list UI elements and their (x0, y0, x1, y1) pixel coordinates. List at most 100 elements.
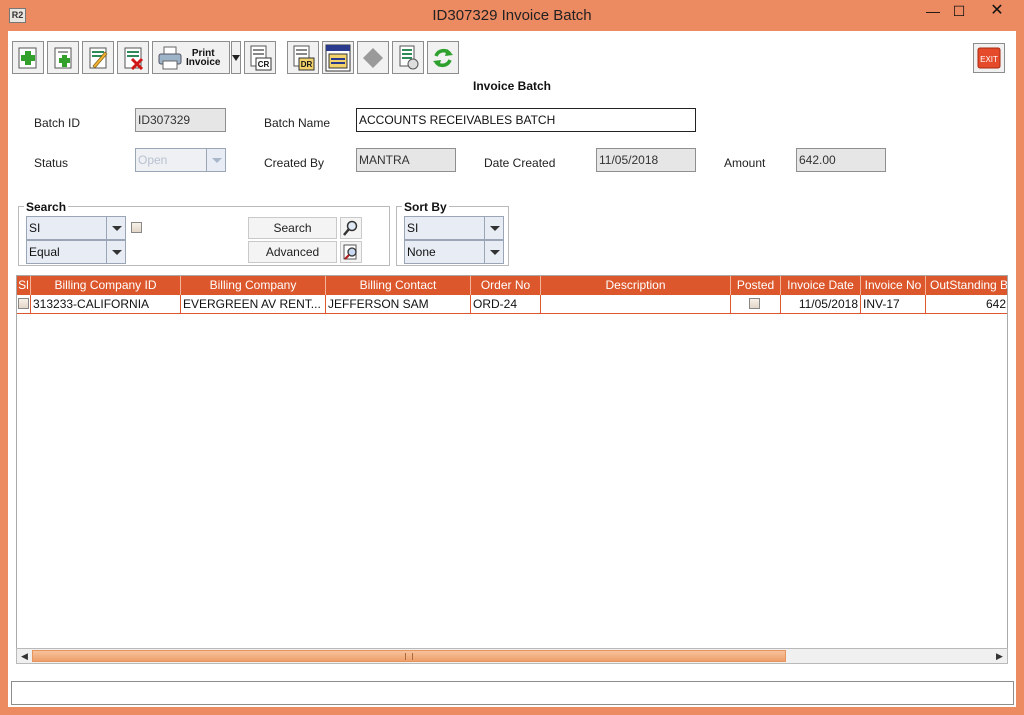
chevron-down-icon (232, 54, 240, 61)
column-header-description[interactable]: Description (541, 276, 731, 295)
print-label-line2: Invoice (186, 56, 221, 68)
delete-icon (124, 47, 144, 70)
close-button[interactable]: ✕ (981, 0, 1013, 24)
title-bar: R2 ID307329 Invoice Batch — ☐ ✕ (0, 0, 1024, 31)
cell-billing-contact: JEFFERSON SAM (326, 295, 471, 313)
print-invoice-icon (158, 46, 182, 69)
search-field-select[interactable]: SI (26, 216, 126, 240)
svg-text:EXIT: EXIT (980, 55, 998, 64)
posted-checkbox[interactable] (749, 298, 760, 309)
column-header-order-no[interactable]: Order No (471, 276, 541, 295)
batch-list-button[interactable] (392, 41, 424, 74)
post-icon (363, 47, 383, 68)
status-label: Status (34, 156, 69, 170)
add-button[interactable] (47, 41, 79, 74)
chevron-down-icon (484, 217, 503, 239)
batch-id-field: ID307329 (135, 108, 226, 132)
table-header: Sl Billing Company ID Billing Company Bi… (17, 276, 1007, 295)
sort-order-select[interactable]: None (404, 240, 504, 264)
print-invoice-button[interactable]: Print Invoice (152, 41, 230, 74)
column-header-billing-company-id[interactable]: Billing Company ID (31, 276, 181, 295)
amount-field: 642.00 (796, 148, 886, 172)
new-button[interactable] (12, 41, 44, 74)
maximize-button[interactable]: ☐ (943, 0, 975, 24)
edit-button[interactable] (82, 41, 114, 74)
print-options-dropdown[interactable] (231, 41, 241, 74)
search-checkbox[interactable] (131, 222, 142, 233)
invoice-table[interactable]: Sl Billing Company ID Billing Company Bi… (16, 275, 1008, 664)
column-header-posted[interactable]: Posted (731, 276, 781, 295)
cell-billing-company-id: 313233-CALIFORNIA (31, 295, 181, 313)
sort-group-title: Sort By (402, 200, 449, 214)
created-by-label: Created By (264, 156, 325, 170)
full-credit-button[interactable] (322, 41, 354, 74)
delete-button[interactable] (117, 41, 149, 74)
column-header-billing-company[interactable]: Billing Company (181, 276, 326, 295)
cell-billing-company: EVERGREEN AV RENT... (181, 295, 326, 313)
search-icon-button[interactable] (340, 217, 362, 239)
created-by-field: MANTRA (356, 148, 456, 172)
print-invoice-label: Print Invoice (186, 48, 221, 68)
sort-order-value: None (407, 245, 436, 259)
full-credit-icon (325, 44, 351, 71)
cell-posted (731, 295, 781, 313)
cell-invoice-no: INV-17 (861, 295, 926, 313)
edit-icon (89, 47, 108, 68)
search-group-title: Search (24, 200, 69, 214)
status-value: Open (138, 153, 168, 167)
horizontal-scrollbar[interactable]: ◀ ▶ (16, 648, 1008, 664)
cell-invoice-date: 11/05/2018 (781, 295, 861, 313)
chevron-down-icon (106, 217, 125, 239)
window-title: ID307329 Invoice Batch (432, 7, 592, 24)
search-field-value: SI (29, 221, 41, 235)
debit-note-icon: DR (293, 45, 315, 70)
column-header-outstanding[interactable]: OutStanding B (926, 276, 1007, 295)
sort-field-select[interactable]: SI (404, 216, 504, 240)
batch-id-label: Batch ID (34, 116, 81, 130)
row-select-checkbox[interactable] (18, 298, 29, 309)
table-row[interactable]: 313233-CALIFORNIA EVERGREEN AV RENT... J… (17, 295, 1007, 314)
refresh-button[interactable] (427, 41, 459, 74)
date-created-label: Date Created (484, 156, 556, 170)
status-bar (11, 681, 1014, 705)
cell-description (541, 295, 731, 313)
batch-list-icon (399, 45, 419, 69)
column-header-invoice-no[interactable]: Invoice No (861, 276, 926, 295)
cell-outstanding: 642 (985, 297, 1006, 311)
batch-name-field[interactable]: ACCOUNTS RECEIVABLES BATCH (356, 108, 696, 132)
search-operator-select[interactable]: Equal (26, 240, 126, 264)
refresh-icon (433, 48, 453, 67)
row-select-cell[interactable] (17, 295, 31, 313)
svg-text:DR: DR (301, 60, 313, 69)
cell-order-no: ORD-24 (471, 295, 541, 313)
debit-note-button[interactable]: DR (287, 41, 319, 74)
search-operator-value: Equal (29, 245, 60, 259)
amount-label: Amount (724, 156, 766, 170)
search-icon (343, 220, 358, 236)
credit-note-icon: CR (250, 45, 272, 70)
scrollbar-grip (405, 653, 413, 660)
column-header-billing-contact[interactable]: Billing Contact (326, 276, 471, 295)
chevron-down-icon (484, 241, 503, 263)
scrollbar-thumb[interactable] (32, 650, 786, 662)
column-header-invoice-date[interactable]: Invoice Date (781, 276, 861, 295)
credit-note-button[interactable]: CR (244, 41, 276, 74)
advanced-search-button[interactable]: Advanced (248, 241, 337, 263)
advanced-search-icon-button[interactable] (340, 241, 362, 263)
column-header-sl[interactable]: Sl (17, 276, 31, 295)
new-icon (18, 47, 37, 68)
search-button[interactable]: Search (248, 217, 337, 239)
status-select[interactable]: Open (135, 148, 226, 172)
date-created-field: 11/05/2018 (596, 148, 696, 172)
exit-button[interactable]: EXIT (973, 43, 1005, 73)
add-icon (54, 47, 72, 68)
chevron-down-icon (106, 241, 125, 263)
svg-text:CR: CR (258, 60, 270, 69)
scroll-right-arrow-icon[interactable]: ▶ (992, 649, 1007, 663)
advanced-search-icon (343, 244, 357, 260)
window-client-area: Print Invoice CR DR EXIT Invoice Batch B… (8, 31, 1016, 707)
post-button[interactable] (357, 41, 389, 74)
scroll-left-arrow-icon[interactable]: ◀ (17, 649, 32, 663)
chevron-down-icon (206, 149, 225, 171)
batch-name-label: Batch Name (264, 116, 331, 130)
